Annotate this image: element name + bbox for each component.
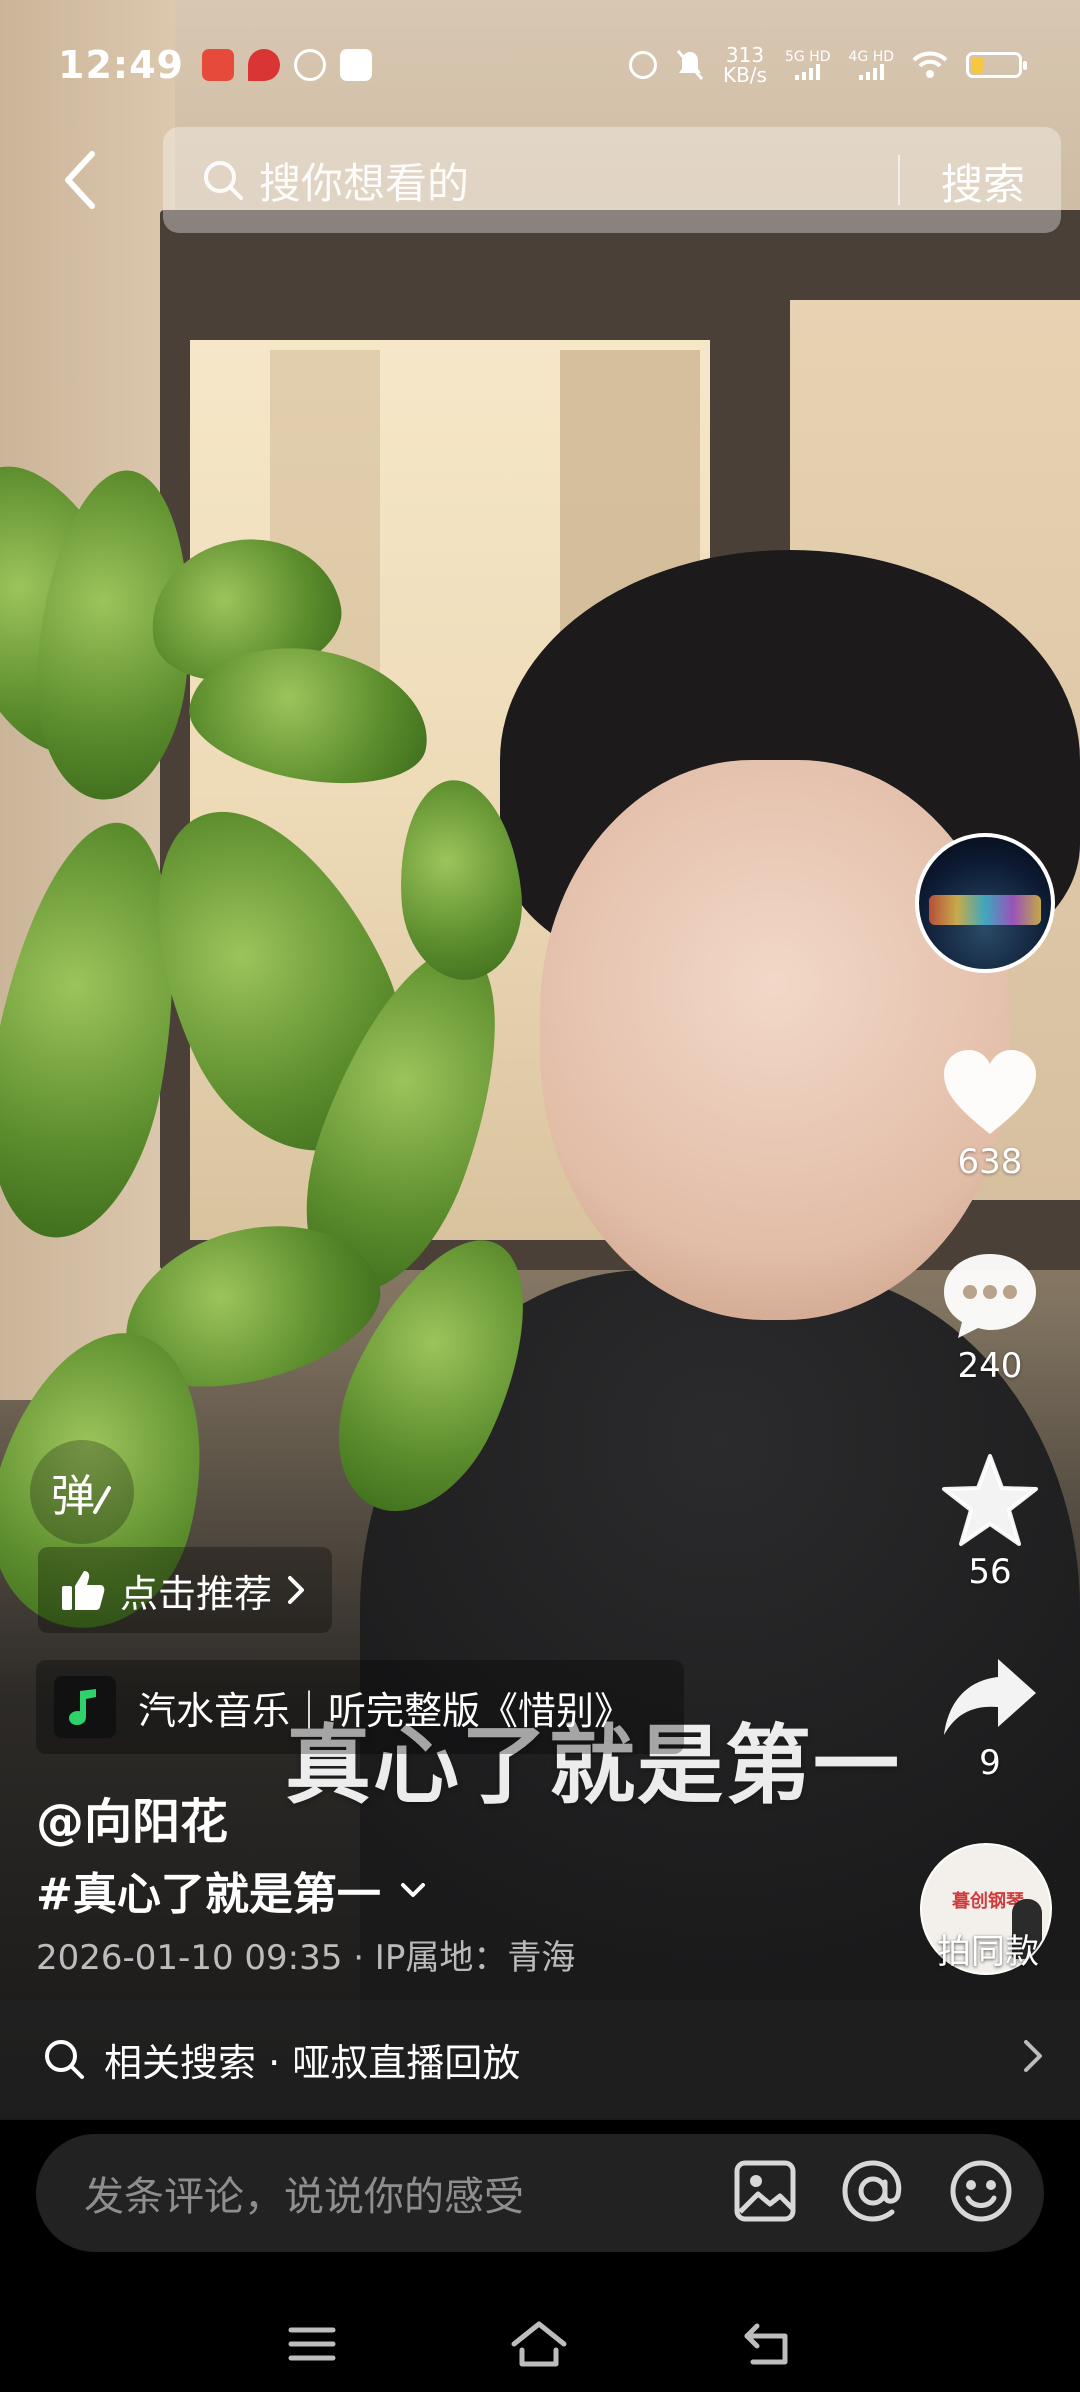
menu-icon[interactable] bbox=[287, 2324, 337, 2364]
battery-icon bbox=[966, 52, 1027, 78]
author-name[interactable]: @向阳花 bbox=[36, 1782, 228, 1852]
post-meta: 2026-01-10 09:35 · IP属地：青海 bbox=[36, 1938, 576, 1978]
search-divider bbox=[898, 155, 900, 205]
home-icon[interactable] bbox=[510, 2320, 568, 2368]
share-arrow-icon bbox=[944, 1659, 1036, 1735]
alarm-icon bbox=[628, 51, 657, 79]
net-speed: 313 KB/s bbox=[723, 45, 767, 85]
music-promo-bar[interactable]: 汽水音乐｜听完整版《惜别》 bbox=[36, 1660, 684, 1754]
app-notification-icon bbox=[201, 49, 234, 81]
map-notification-icon bbox=[247, 49, 280, 81]
comment-icon bbox=[944, 1254, 1036, 1338]
sim2-label: 4G HD bbox=[848, 49, 894, 65]
signal-sim2: 4G HD bbox=[848, 50, 894, 80]
comment-input[interactable]: 发条评论，说说你的感受 bbox=[36, 2134, 1044, 2252]
star-icon bbox=[942, 1454, 1038, 1546]
thumbs-up-icon bbox=[62, 1571, 105, 1610]
vivo-notification-icon bbox=[339, 49, 372, 81]
emoji-icon[interactable] bbox=[948, 2158, 1014, 2224]
back-nav-icon[interactable] bbox=[741, 2322, 793, 2366]
search-input[interactable]: 搜你想看的 bbox=[259, 150, 469, 211]
share-button[interactable]: 9 bbox=[930, 1655, 1050, 1783]
net-speed-unit: KB/s bbox=[722, 63, 767, 87]
hashtag-link[interactable]: #真心了就是第一 bbox=[36, 1858, 381, 1922]
avatar-image bbox=[929, 895, 1041, 925]
video-person-face bbox=[540, 760, 1010, 1320]
favorite-count: 56 bbox=[968, 1552, 1012, 1592]
chevron-left-icon bbox=[65, 151, 95, 209]
music-app-logo-icon bbox=[54, 1676, 116, 1738]
signal-bars-icon bbox=[858, 64, 884, 80]
danmu-slash-icon bbox=[93, 1486, 111, 1514]
battery-level bbox=[971, 57, 983, 73]
system-navigation-bar bbox=[0, 2296, 1080, 2392]
comment-tools bbox=[732, 2158, 1014, 2224]
mention-at-icon[interactable] bbox=[840, 2158, 906, 2224]
chevron-down-icon[interactable] bbox=[399, 1881, 427, 1899]
chevron-right-icon bbox=[288, 1576, 305, 1604]
author-avatar[interactable] bbox=[915, 833, 1055, 973]
heart-icon bbox=[944, 1050, 1036, 1134]
video-description[interactable]: #真心了就是第一 bbox=[36, 1858, 427, 1922]
music-promo-text: 汽水音乐｜听完整版《惜别》 bbox=[138, 1688, 633, 1733]
danmu-label: 弹 bbox=[51, 1471, 95, 1522]
favorite-button[interactable]: 56 bbox=[930, 1452, 1050, 1592]
like-button[interactable]: 638 bbox=[930, 1048, 1050, 1182]
mute-bell-icon bbox=[676, 50, 704, 80]
like-count: 638 bbox=[957, 1142, 1023, 1182]
status-bar: 12:49 313 KB/s 5G HD 4G HD bbox=[0, 0, 1080, 130]
status-right: 313 KB/s 5G HD 4G HD bbox=[628, 45, 1027, 85]
image-icon[interactable] bbox=[732, 2158, 798, 2224]
comment-button[interactable]: 240 bbox=[930, 1250, 1050, 1386]
danmu-toggle-button[interactable]: 弹 bbox=[30, 1440, 134, 1544]
related-search-bar[interactable]: 相关搜索 · 哑叔直播回放 bbox=[0, 2000, 1080, 2118]
notification-icons bbox=[201, 49, 372, 81]
back-button[interactable] bbox=[50, 145, 110, 215]
search-button[interactable]: 搜索 bbox=[941, 151, 1025, 212]
signal-bars-icon bbox=[795, 64, 821, 80]
search-bar[interactable]: 搜你想看的 搜索 bbox=[163, 127, 1061, 233]
wifi-icon bbox=[912, 51, 948, 78]
related-search-text: 相关搜索 · 哑叔直播回放 bbox=[104, 2040, 521, 2085]
comment-count: 240 bbox=[957, 1346, 1023, 1386]
comment-placeholder[interactable]: 发条评论，说说你的感受 bbox=[84, 2164, 524, 2222]
sim1-label: 5G HD bbox=[784, 49, 831, 65]
search-icon bbox=[204, 161, 243, 200]
chevron-right-icon bbox=[1024, 2040, 1042, 2072]
share-count: 9 bbox=[979, 1743, 1001, 1783]
recommend-label: 点击推荐 bbox=[120, 1571, 273, 1616]
status-time: 12:49 bbox=[58, 43, 184, 87]
signal-sim1: 5G HD bbox=[784, 49, 831, 80]
music-note-icon bbox=[69, 1689, 96, 1725]
recommend-button[interactable]: 点击推荐 bbox=[38, 1547, 333, 1633]
same-style-label[interactable]: 拍同款 bbox=[928, 1924, 1048, 1973]
search-icon bbox=[45, 2040, 84, 2079]
alarm-notification-icon bbox=[293, 49, 326, 81]
